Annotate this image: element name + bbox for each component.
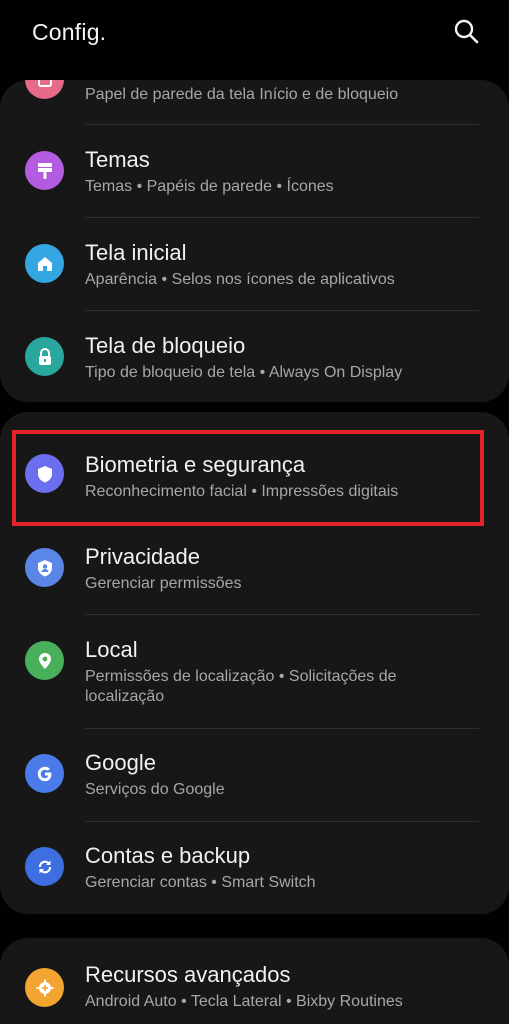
settings-item-title: Recursos avançados bbox=[85, 962, 291, 987]
app-header: Config. bbox=[0, 0, 509, 66]
settings-item-title: Biometria e segurança bbox=[85, 452, 306, 477]
search-button[interactable] bbox=[450, 16, 482, 48]
wallpaper-icon bbox=[25, 80, 64, 99]
shield-icon bbox=[25, 454, 64, 493]
privacy-shield-icon bbox=[25, 548, 64, 587]
settings-item-title: Privacidade bbox=[85, 544, 200, 569]
google-icon bbox=[25, 754, 64, 793]
settings-item-accounts[interactable]: Contas e backup Gerenciar contas • Smart… bbox=[0, 821, 509, 914]
search-icon bbox=[454, 19, 479, 44]
settings-item-title: Tela de bloqueio bbox=[85, 333, 246, 358]
brush-icon bbox=[25, 151, 64, 190]
settings-item-location[interactable]: Local Permissões de localização • Solici… bbox=[0, 615, 509, 729]
settings-item-subtitle: Gerenciar contas • Smart Switch bbox=[85, 874, 316, 891]
settings-item-subtitle: Android Auto • Tecla Lateral • Bixby Rou… bbox=[85, 993, 403, 1010]
settings-item-home-screen[interactable]: Tela inicial Aparência • Selos nos ícone… bbox=[0, 218, 509, 310]
settings-item-subtitle: Permissões de localização • Solicitações… bbox=[85, 668, 397, 685]
advanced-settings-card: Recursos avançados Android Auto • Tecla … bbox=[0, 938, 509, 1024]
settings-item-wallpaper[interactable]: Papel de parede da tela Início e de bloq… bbox=[0, 80, 509, 124]
location-pin-icon bbox=[25, 641, 64, 680]
settings-screen: Config. Papel de parede da tela Início e… bbox=[0, 0, 509, 1024]
settings-item-title: Google bbox=[85, 750, 156, 775]
sync-icon bbox=[25, 847, 64, 886]
settings-item-title: Temas bbox=[85, 147, 150, 172]
settings-item-lock-screen[interactable]: Tela de bloqueio Tipo de bloqueio de tel… bbox=[0, 311, 509, 402]
settings-item-subtitle: Papel de parede da tela Início e de bloq… bbox=[85, 86, 399, 103]
home-icon bbox=[25, 244, 64, 283]
settings-item-subtitle: Tipo de bloqueio de tela • Always On Dis… bbox=[85, 364, 403, 381]
settings-item-subtitle: Gerenciar permissões bbox=[85, 575, 242, 592]
settings-item-google[interactable]: Google Serviços do Google bbox=[0, 728, 509, 821]
settings-item-advanced[interactable]: Recursos avançados Android Auto • Tecla … bbox=[0, 946, 509, 1024]
display-settings-card: Papel de parede da tela Início e de bloq… bbox=[0, 80, 509, 402]
settings-item-privacy[interactable]: Privacidade Gerenciar permissões bbox=[0, 522, 509, 614]
settings-item-themes[interactable]: Temas Temas • Papéis de parede • Ícones bbox=[0, 125, 509, 217]
settings-item-subtitle-line2: localização bbox=[85, 688, 165, 705]
settings-item-subtitle: Aparência • Selos nos ícones de aplicati… bbox=[85, 271, 395, 288]
page-title: Config. bbox=[32, 19, 107, 45]
lock-icon bbox=[25, 337, 64, 376]
settings-item-subtitle: Temas • Papéis de parede • Ícones bbox=[85, 178, 334, 195]
settings-item-subtitle: Reconhecimento facial • Impressões digit… bbox=[85, 483, 399, 500]
settings-item-biometrics[interactable]: Biometria e segurança Reconhecimento fac… bbox=[0, 430, 509, 522]
settings-item-title: Local bbox=[85, 637, 138, 662]
settings-item-subtitle: Serviços do Google bbox=[85, 781, 225, 798]
settings-item-title: Contas e backup bbox=[85, 843, 251, 868]
security-settings-card: Biometria e segurança Reconhecimento fac… bbox=[0, 412, 509, 914]
settings-item-title: Tela inicial bbox=[85, 240, 187, 265]
gear-plus-icon bbox=[25, 968, 64, 1007]
